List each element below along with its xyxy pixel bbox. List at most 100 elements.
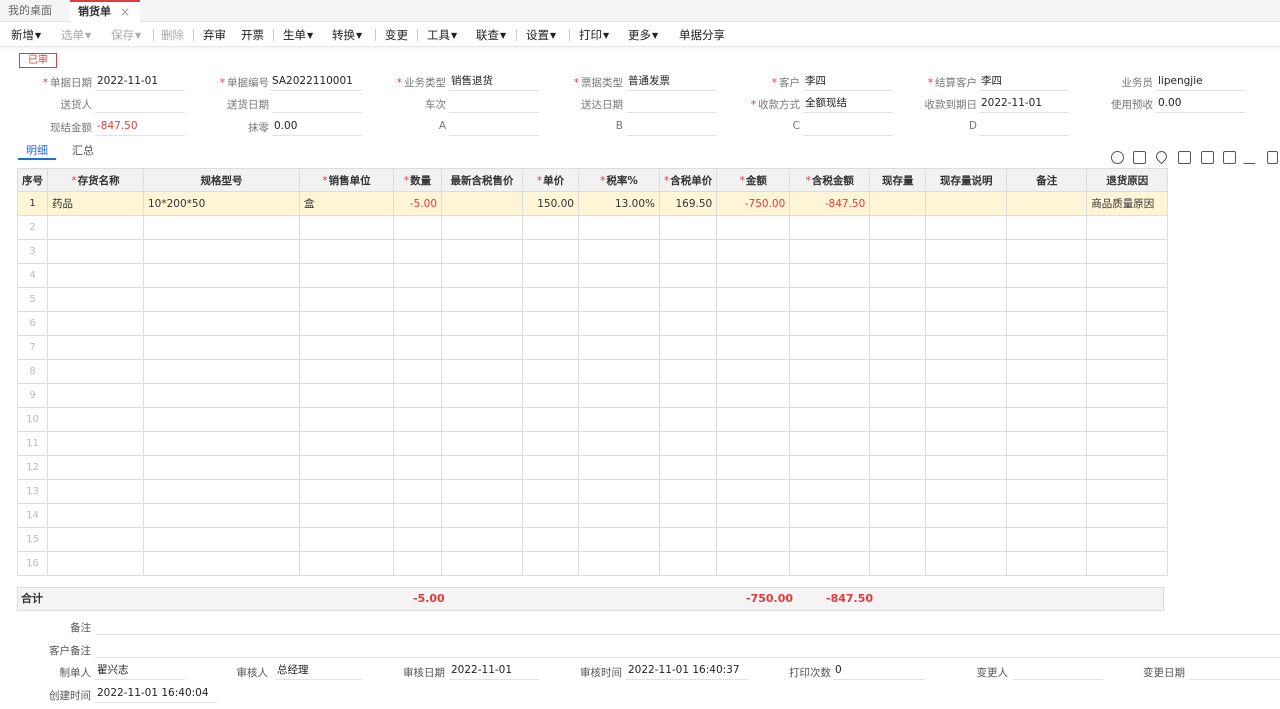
table-cell[interactable] (658, 407, 718, 432)
table-cell[interactable] (869, 479, 927, 504)
table-cell[interactable] (522, 455, 579, 480)
table-cell[interactable] (925, 479, 1008, 504)
table-cell[interactable] (299, 431, 394, 456)
col-header-unit[interactable]: *销售单位 (299, 168, 394, 192)
table-row[interactable]: 2 (17, 215, 1169, 240)
delete-button[interactable]: 删除 (161, 23, 184, 47)
table-cell[interactable] (578, 407, 660, 432)
table-cell[interactable] (1006, 263, 1088, 288)
copy-row-icon[interactable] (1178, 151, 1191, 164)
table-cell[interactable] (143, 359, 300, 384)
table-cell[interactable] (1086, 431, 1169, 456)
customer-field[interactable]: 李四 (803, 73, 893, 91)
table-row[interactable]: 10 (17, 407, 1169, 432)
scan-icon[interactable] (1133, 151, 1146, 164)
table-cell[interactable] (47, 479, 144, 504)
cell-tax-rate[interactable]: 13.00% (578, 191, 660, 216)
table-cell[interactable] (658, 215, 718, 240)
table-cell[interactable] (925, 551, 1008, 576)
field-d[interactable] (979, 118, 1069, 136)
doc-date-field[interactable]: 2022-11-01 (95, 73, 185, 91)
settle-customer-field[interactable]: 李四 (979, 73, 1069, 91)
table-cell[interactable] (716, 239, 791, 264)
table-cell[interactable] (658, 311, 718, 336)
new-button[interactable]: 新增▼ (11, 23, 41, 47)
rounding-field[interactable]: 0.00 (272, 118, 362, 136)
table-cell[interactable] (1086, 407, 1169, 432)
table-cell[interactable] (47, 527, 144, 552)
table-cell[interactable] (441, 239, 523, 264)
table-cell[interactable] (1086, 551, 1169, 576)
table-cell[interactable] (393, 311, 442, 336)
table-cell[interactable] (393, 479, 442, 504)
table-cell[interactable] (869, 311, 927, 336)
table-cell[interactable] (869, 287, 927, 312)
table-cell[interactable] (522, 407, 579, 432)
table-cell[interactable] (393, 503, 442, 528)
table-cell[interactable] (1006, 311, 1088, 336)
table-cell[interactable] (1086, 335, 1169, 360)
table-cell[interactable] (716, 455, 791, 480)
table-cell[interactable] (441, 215, 523, 240)
table-row[interactable]: 12 (17, 455, 1169, 480)
tab-detail[interactable]: 明细 (18, 142, 56, 160)
table-cell[interactable] (143, 503, 300, 528)
paste-row-icon[interactable] (1201, 151, 1214, 164)
table-cell[interactable] (522, 431, 579, 456)
table-cell[interactable] (925, 311, 1008, 336)
due-date-field[interactable]: 2022-11-01 (979, 95, 1069, 113)
table-cell[interactable] (393, 239, 442, 264)
biz-type-field[interactable]: 销售退货 (449, 73, 539, 91)
table-cell[interactable] (789, 407, 871, 432)
doc-no-field[interactable]: SA2022110001 (270, 73, 362, 91)
table-cell[interactable] (716, 431, 791, 456)
locate-icon[interactable] (1111, 151, 1124, 164)
table-cell[interactable] (1086, 239, 1169, 264)
table-row[interactable]: 14 (17, 503, 1169, 528)
table-cell[interactable] (789, 215, 871, 240)
table-cell[interactable] (299, 407, 394, 432)
col-header-reason[interactable]: 退货原因 (1086, 168, 1169, 192)
table-cell[interactable] (299, 527, 394, 552)
table-cell[interactable] (299, 551, 394, 576)
edit-icon[interactable] (1242, 151, 1261, 164)
table-cell[interactable] (1086, 215, 1169, 240)
table-cell[interactable] (299, 311, 394, 336)
table-cell[interactable] (658, 503, 718, 528)
customer-remark-field[interactable] (95, 641, 1280, 658)
table-cell[interactable] (393, 383, 442, 408)
table-cell[interactable] (441, 335, 523, 360)
table-cell[interactable] (47, 407, 144, 432)
col-header-tax-rate[interactable]: *税率% (578, 168, 660, 192)
table-cell[interactable] (869, 359, 927, 384)
table-cell[interactable] (1086, 359, 1169, 384)
table-cell[interactable] (789, 455, 871, 480)
table-cell[interactable] (441, 455, 523, 480)
table-cell[interactable] (47, 359, 144, 384)
remark-field[interactable] (95, 618, 1280, 635)
cell-latest-price[interactable] (441, 191, 523, 216)
table-cell[interactable] (658, 551, 718, 576)
table-cell[interactable] (869, 215, 927, 240)
table-cell[interactable] (47, 263, 144, 288)
table-cell[interactable] (393, 215, 442, 240)
table-cell[interactable] (441, 359, 523, 384)
table-cell[interactable] (299, 503, 394, 528)
table-cell[interactable] (716, 311, 791, 336)
table-cell[interactable] (925, 359, 1008, 384)
tab-sales-order[interactable]: 销货单 × (70, 0, 140, 22)
table-cell[interactable] (658, 431, 718, 456)
table-cell[interactable] (522, 503, 579, 528)
table-cell[interactable] (522, 359, 579, 384)
table-cell[interactable] (441, 527, 523, 552)
table-cell[interactable] (441, 263, 523, 288)
abandon-audit-button[interactable]: 弃审 (203, 23, 226, 47)
table-cell[interactable] (522, 239, 579, 264)
table-cell[interactable] (1006, 287, 1088, 312)
cash-amount-field[interactable]: -847.50 (95, 118, 185, 136)
tools-button[interactable]: 工具▼ (427, 23, 457, 47)
table-row[interactable]: 1 药品 10*200*50 盒 -5.00 150.00 13.00% 169… (17, 191, 1169, 216)
table-cell[interactable] (143, 335, 300, 360)
table-cell[interactable] (716, 263, 791, 288)
table-cell[interactable] (1006, 455, 1088, 480)
